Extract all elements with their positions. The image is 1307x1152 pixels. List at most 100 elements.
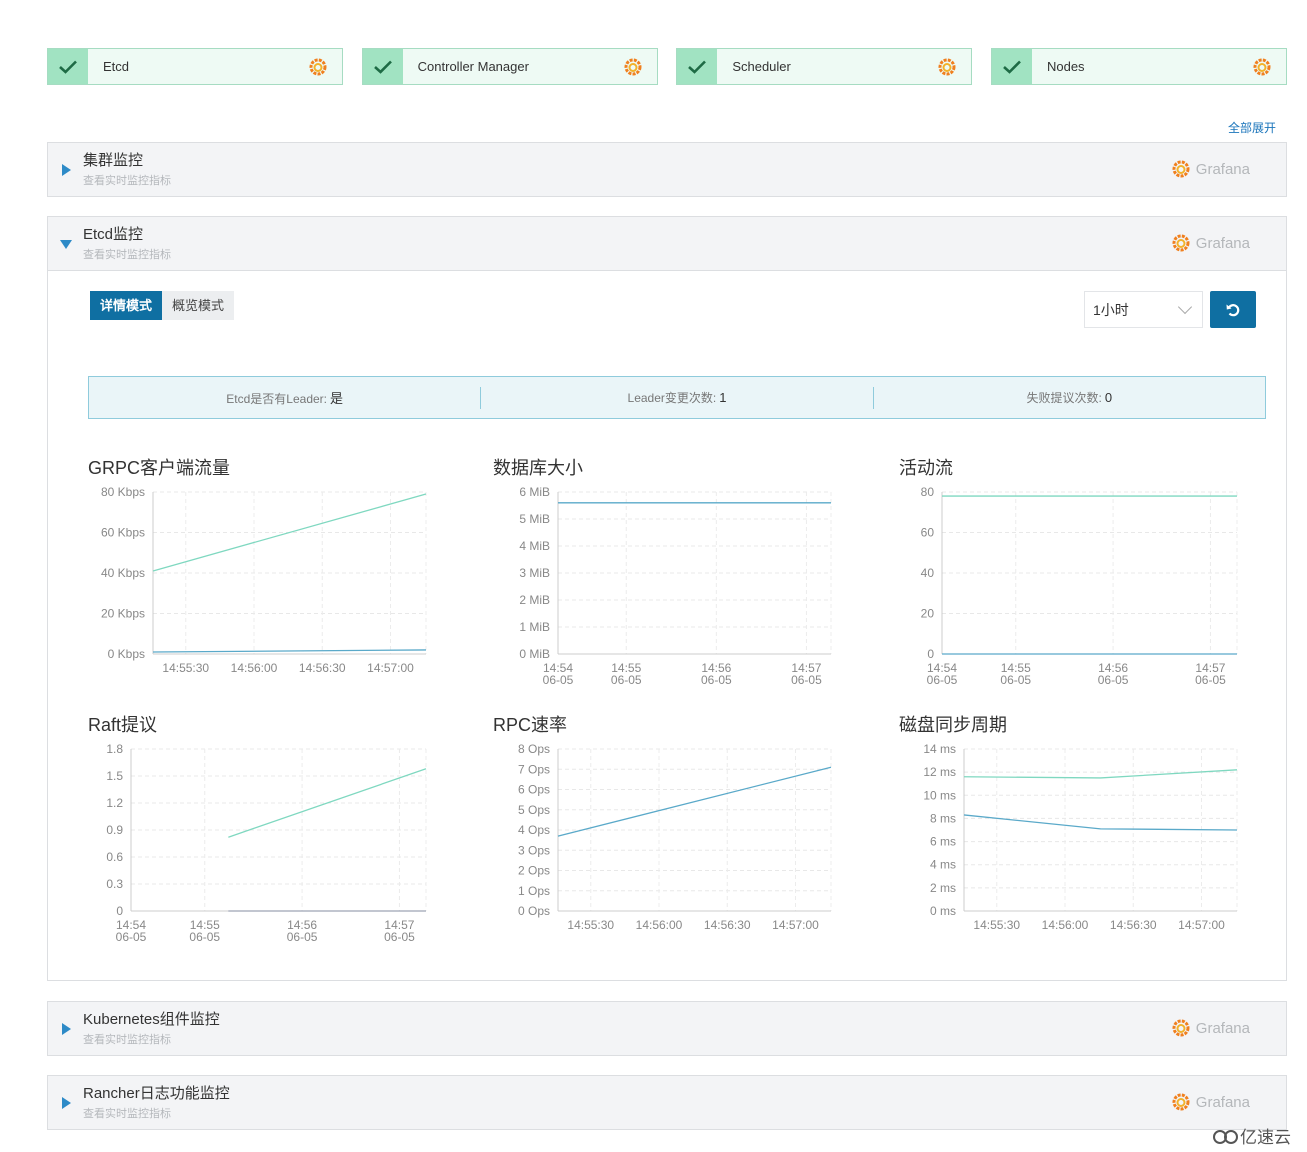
time-range-value: 1小时	[1093, 301, 1129, 318]
x-tick-label: 14:57:00	[367, 661, 414, 675]
chart-svg: 02040608014:5406-0514:5506-0514:5606-051…	[921, 485, 1238, 687]
chart-svg: 0 Ops 1 Ops 2 Ops 3 Ops 4 Ops 5 Ops 6 Ops 7 Ops…	[518, 742, 832, 932]
panel-subtitle: 查看实时监控指标	[83, 1034, 171, 1046]
grafana-label: Grafana	[1195, 1093, 1250, 1111]
chart-title: RPC速率	[493, 715, 568, 735]
time-range-select[interactable]: 1小时	[1084, 291, 1203, 328]
y-tick-label: 1.2	[106, 796, 123, 810]
expand-all-link[interactable]: 全部展开	[1228, 119, 1276, 136]
grafana-icon[interactable]	[937, 57, 957, 77]
grafana-icon[interactable]	[1252, 57, 1272, 77]
status-card-label: Controller Manager	[417, 59, 529, 74]
x-tick-label: 06-05	[927, 673, 958, 687]
panel-subtitle: 查看实时监控指标	[83, 1108, 171, 1120]
y-tick-label: 40	[921, 566, 935, 580]
x-tick-label: 06-05	[116, 930, 147, 944]
grafana-link[interactable]: Grafana	[1171, 233, 1250, 253]
y-tick-label: 8 ms	[930, 811, 956, 825]
grafana-link[interactable]: Grafana	[1171, 159, 1250, 179]
grafana-icon	[1172, 1019, 1190, 1037]
grafana-icon	[1172, 160, 1190, 178]
grafana-link[interactable]: Grafana	[1171, 1092, 1250, 1112]
panel-header[interactable]: Kubernetes组件监控 查看实时监控指标 Grafana	[48, 1002, 1286, 1055]
status-card-label: Nodes	[1046, 59, 1085, 74]
x-tick-label: 06-05	[611, 673, 642, 687]
y-tick-label: 0 ms	[930, 904, 956, 918]
y-tick-label: 1 MiB	[519, 620, 550, 634]
x-tick-label: 14:56:30	[704, 918, 751, 932]
chart-title: GRPC客户端流量	[88, 458, 231, 478]
panel-rancher-logging-monitoring: Rancher日志功能监控 查看实时监控指标 Grafana	[47, 1075, 1287, 1130]
watermark: 亿速云	[1212, 1123, 1291, 1148]
y-tick-label: 0.6	[106, 850, 123, 864]
x-tick-label: 06-05	[1098, 673, 1129, 687]
y-tick-label: 0.9	[106, 823, 123, 837]
status-card-etcd[interactable]: Etcd	[47, 48, 343, 85]
chart-title: 活动流	[899, 458, 953, 478]
y-tick-label: 2 MiB	[519, 593, 550, 607]
summary-value: 0	[1104, 390, 1113, 405]
x-tick-label: 14:56:00	[231, 661, 278, 675]
summary-failed-proposals: 失败提议次数: 0	[874, 389, 1265, 406]
panel-header[interactable]: Rancher日志功能监控 查看实时监控指标 Grafana	[48, 1076, 1286, 1129]
collapse-arrow-icon[interactable]	[60, 240, 72, 249]
x-tick-label: 06-05	[543, 673, 574, 687]
panel-kubernetes-components-monitoring: Kubernetes组件监控 查看实时监控指标 Grafana	[47, 1001, 1287, 1056]
y-tick-label: 12 ms	[923, 765, 956, 779]
check-icon	[48, 49, 88, 84]
series-line-rpc-rate	[557, 766, 832, 837]
etcd-summary-bar: Etcd是否有Leader: 是 Leader变更次数: 1 失败提议次数: 0	[88, 376, 1266, 419]
status-card-controller-manager[interactable]: Controller Manager	[361, 48, 658, 85]
status-card-scheduler[interactable]: Scheduler	[676, 48, 973, 85]
y-tick-label: 2 Ops	[518, 864, 550, 878]
chevron-down-icon	[1177, 299, 1193, 315]
x-tick-label: 14:56:30	[1110, 918, 1157, 932]
y-tick-label: 4 Ops	[518, 823, 550, 837]
grafana-icon[interactable]	[308, 57, 328, 77]
grafana-link[interactable]: Grafana	[1171, 1018, 1250, 1038]
x-tick-label: 14:56:00	[636, 918, 683, 932]
y-tick-label: 10 ms	[923, 788, 956, 802]
chart-title: 磁盘同步周期	[899, 715, 1007, 735]
overview-mode-button[interactable]: 概览模式	[162, 291, 235, 320]
expand-arrow-icon[interactable]	[62, 1023, 71, 1035]
detail-mode-button[interactable]: 详情模式	[90, 291, 163, 320]
grafana-icon[interactable]	[623, 57, 643, 77]
chart-svg: 0 MiB1 MiB2 MiB3 MiB4 MiB5 MiB6 MiB14:54…	[519, 485, 832, 687]
chart-svg: 0 Kbps 20 Kbps 40 Kbps 60 Kbps 80 Kbps 14:55:…	[101, 485, 427, 675]
panel-header[interactable]: 集群监控 查看实时监控指标 Grafana	[48, 143, 1286, 196]
expand-arrow-icon[interactable]	[62, 164, 71, 176]
refresh-button[interactable]	[1210, 291, 1256, 328]
y-tick-label: 60	[921, 526, 935, 540]
y-tick-label: 6 ms	[930, 835, 956, 849]
check-icon	[677, 49, 718, 84]
y-tick-label: 1.8	[106, 742, 123, 756]
watermark-text: 亿速云	[1240, 1128, 1291, 1147]
panel-header[interactable]: Etcd监控 查看实时监控指标 Grafana	[48, 217, 1286, 270]
y-tick-label: 1.5	[106, 769, 123, 783]
panel-title: Etcd监控	[83, 226, 144, 243]
panel-subtitle: 查看实时监控指标	[83, 249, 171, 261]
y-tick-label: 3 Ops	[518, 843, 550, 857]
y-tick-label: 80 Kbps	[101, 485, 145, 499]
x-tick-label: 06-05	[287, 930, 318, 944]
summary-label: Leader变更次数:	[627, 391, 717, 405]
x-tick-label: 06-05	[1195, 673, 1226, 687]
x-tick-label: 14:57:00	[772, 918, 819, 932]
y-tick-label: 0.3	[106, 877, 123, 891]
status-card-label: Scheduler	[732, 59, 791, 74]
status-card-label: Etcd	[103, 59, 130, 74]
y-tick-label: 60 Kbps	[101, 526, 145, 540]
summary-label: Etcd是否有Leader:	[226, 392, 328, 406]
x-tick-label: 14:56:30	[299, 661, 346, 675]
series-line-wal-fsync	[963, 769, 1238, 779]
chart-svg: 00.30.60.91.21.51.814:5406-0514:5506-051…	[106, 742, 427, 944]
panel-etcd-monitoring: Etcd监控 查看实时监控指标 Grafana 详情模式 概览模式 1小时 Et…	[47, 216, 1287, 981]
y-tick-label: 4 MiB	[519, 539, 550, 553]
expand-arrow-icon[interactable]	[62, 1097, 71, 1109]
panel-subtitle: 查看实时监控指标	[83, 175, 171, 187]
summary-has-leader: Etcd是否有Leader: 是	[89, 388, 480, 407]
status-card-nodes[interactable]: Nodes	[990, 48, 1287, 85]
etcd-panel-body: 详情模式 概览模式 1小时 Etcd是否有Leader: 是 Leader变更次数…	[48, 270, 1286, 980]
summary-label: 失败提议次数:	[1026, 391, 1102, 405]
